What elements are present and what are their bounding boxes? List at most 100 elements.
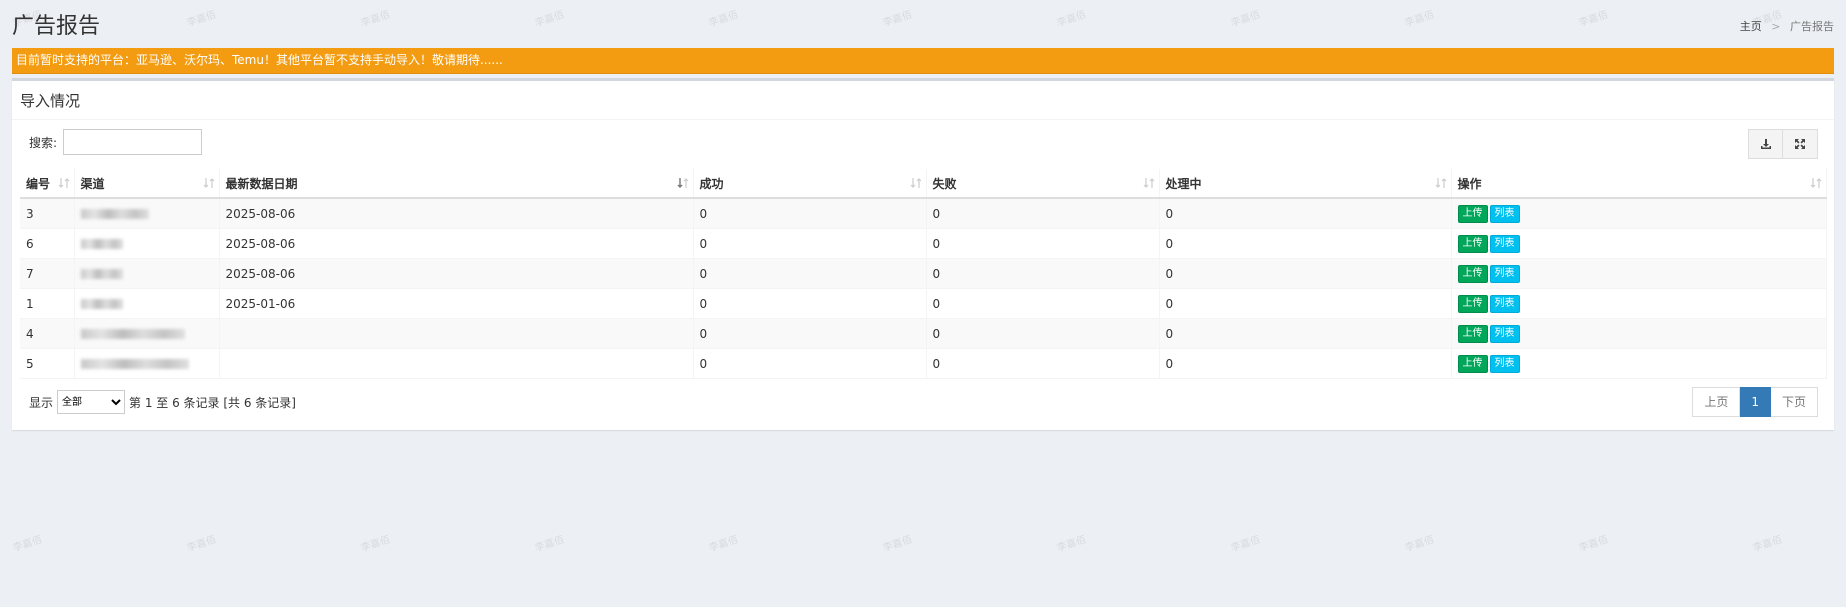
download-icon: [1760, 139, 1771, 149]
upload-button[interactable]: 上传: [1457, 234, 1488, 253]
cell-channel: [74, 197, 220, 229]
upload-button[interactable]: 上传: [1457, 294, 1488, 313]
cell-channel: [74, 288, 220, 319]
upload-button[interactable]: 上传: [1457, 264, 1488, 283]
cell-success: 0: [693, 348, 927, 379]
breadcrumb-separator: >: [1771, 20, 1781, 33]
watermark-text: 李嘉佰: [359, 534, 392, 555]
cell-fail: 0: [926, 197, 1160, 229]
list-button[interactable]: 列表: [1489, 204, 1520, 223]
column-header-actions[interactable]: 操作: [1451, 169, 1827, 199]
page-1-button[interactable]: 1: [1740, 387, 1771, 417]
table-header-row: 编号 渠道 最新数据日期 成功 失败 处理中 操作: [20, 169, 1827, 199]
watermark-text: 李嘉佰: [185, 534, 218, 555]
cell-processing: 0: [1159, 348, 1452, 379]
watermark-text: 李嘉佰: [1055, 534, 1088, 555]
table-toolbar: [1748, 129, 1818, 159]
sort-icon: [1435, 178, 1446, 188]
breadcrumb-home-link[interactable]: 主页: [1740, 20, 1762, 33]
sort-icon: [910, 178, 921, 188]
list-button[interactable]: 列表: [1489, 234, 1520, 253]
cell-id: 5: [20, 348, 75, 379]
redacted-channel-name: [80, 209, 149, 219]
watermark-text: 李嘉佰: [1403, 534, 1436, 555]
cell-id: 1: [20, 288, 75, 319]
cell-actions: 上传 列表: [1451, 348, 1827, 379]
watermark-text: 李嘉佰: [707, 534, 740, 555]
table-footer-info: 显示 全部 第 1 至 6 条记录 [共 6 条记录]: [29, 390, 296, 414]
cell-processing: 0: [1159, 197, 1452, 229]
sort-icon: [203, 178, 214, 188]
column-header-processing[interactable]: 处理中: [1159, 169, 1452, 199]
list-button[interactable]: 列表: [1489, 354, 1520, 373]
table-row: 1 2025-01-06 0 0 0 上传 列表: [20, 288, 1827, 319]
redacted-channel-name: [80, 359, 189, 369]
page-header: 广告报告 主页 > 广告报告: [12, 8, 1834, 39]
column-header-success[interactable]: 成功: [693, 169, 927, 199]
page-size-label: 显示: [29, 395, 54, 410]
redacted-channel-name: [80, 269, 123, 279]
sort-icon: [58, 178, 69, 188]
expand-icon: [1795, 139, 1805, 149]
cell-fail: 0: [926, 348, 1160, 379]
list-button[interactable]: 列表: [1489, 264, 1520, 283]
prev-page-button[interactable]: 上页: [1692, 387, 1741, 417]
cell-date: 2025-08-06: [219, 258, 694, 289]
cell-processing: 0: [1159, 318, 1452, 349]
upload-button[interactable]: 上传: [1457, 324, 1488, 343]
column-header-latest-date[interactable]: 最新数据日期: [219, 169, 694, 199]
table-row: 5 0 0 0 上传 列表: [20, 348, 1827, 379]
upload-button[interactable]: 上传: [1457, 354, 1488, 373]
sort-icon: [1143, 178, 1154, 188]
redacted-channel-name: [80, 299, 123, 309]
search-label: 搜索:: [29, 136, 58, 150]
cell-actions: 上传 列表: [1451, 288, 1827, 319]
watermark-text: 李嘉佰: [1229, 534, 1262, 555]
cell-success: 0: [693, 197, 927, 229]
records-info: 第 1 至 6 条记录 [共 6 条记录]: [129, 395, 296, 410]
box-title: 导入情况: [20, 92, 81, 110]
column-header-fail[interactable]: 失败: [926, 169, 1160, 199]
column-header-channel[interactable]: 渠道: [74, 169, 220, 199]
watermark-text: 李嘉佰: [1751, 534, 1784, 555]
upload-button[interactable]: 上传: [1457, 204, 1488, 223]
page-title: 广告报告: [12, 14, 101, 39]
cell-channel: [74, 228, 220, 259]
cell-channel: [74, 348, 220, 379]
sort-desc-icon: [677, 178, 688, 188]
breadcrumb-current: 广告报告: [1790, 20, 1834, 33]
page-size-select[interactable]: 全部: [57, 390, 126, 414]
cell-id: 4: [20, 318, 75, 349]
cell-processing: 0: [1159, 228, 1452, 259]
cell-fail: 0: [926, 258, 1160, 289]
platform-notice-banner: 目前暂时支持的平台：亚马逊、沃尔玛、Temu！其他平台暂不支持手动导入！敬请期待…: [12, 48, 1834, 74]
watermark-text: 李嘉佰: [881, 534, 914, 555]
next-page-button[interactable]: 下页: [1770, 387, 1818, 417]
list-button[interactable]: 列表: [1489, 294, 1520, 313]
search-input[interactable]: [63, 129, 202, 155]
sort-icon: [1810, 178, 1821, 188]
cell-fail: 0: [926, 228, 1160, 259]
cell-actions: 上传 列表: [1451, 258, 1827, 289]
cell-fail: 0: [926, 288, 1160, 319]
cell-date: 2025-08-06: [219, 197, 694, 229]
cell-channel: [74, 318, 220, 349]
pagination: 上页 1 下页: [1692, 387, 1818, 417]
table-row: 7 2025-08-06 0 0 0 上传 列表: [20, 258, 1827, 289]
list-button[interactable]: 列表: [1489, 324, 1520, 343]
cell-actions: 上传 列表: [1451, 228, 1827, 259]
breadcrumb: 主页 > 广告报告: [1740, 18, 1834, 34]
redacted-channel-name: [80, 239, 123, 249]
cell-processing: 0: [1159, 288, 1452, 319]
cell-date: 2025-01-06: [219, 288, 694, 319]
import-table: 编号 渠道 最新数据日期 成功 失败 处理中 操作 3 2025-08-06 0…: [20, 169, 1827, 379]
cell-actions: 上传 列表: [1451, 197, 1827, 229]
cell-channel: [74, 258, 220, 289]
table-row: 6 2025-08-06 0 0 0 上传 列表: [20, 228, 1827, 259]
cell-success: 0: [693, 228, 927, 259]
fullscreen-button[interactable]: [1783, 129, 1818, 159]
cell-id: 7: [20, 258, 75, 289]
cell-processing: 0: [1159, 258, 1452, 289]
column-header-id[interactable]: 编号: [20, 169, 75, 199]
export-button[interactable]: [1748, 129, 1783, 159]
